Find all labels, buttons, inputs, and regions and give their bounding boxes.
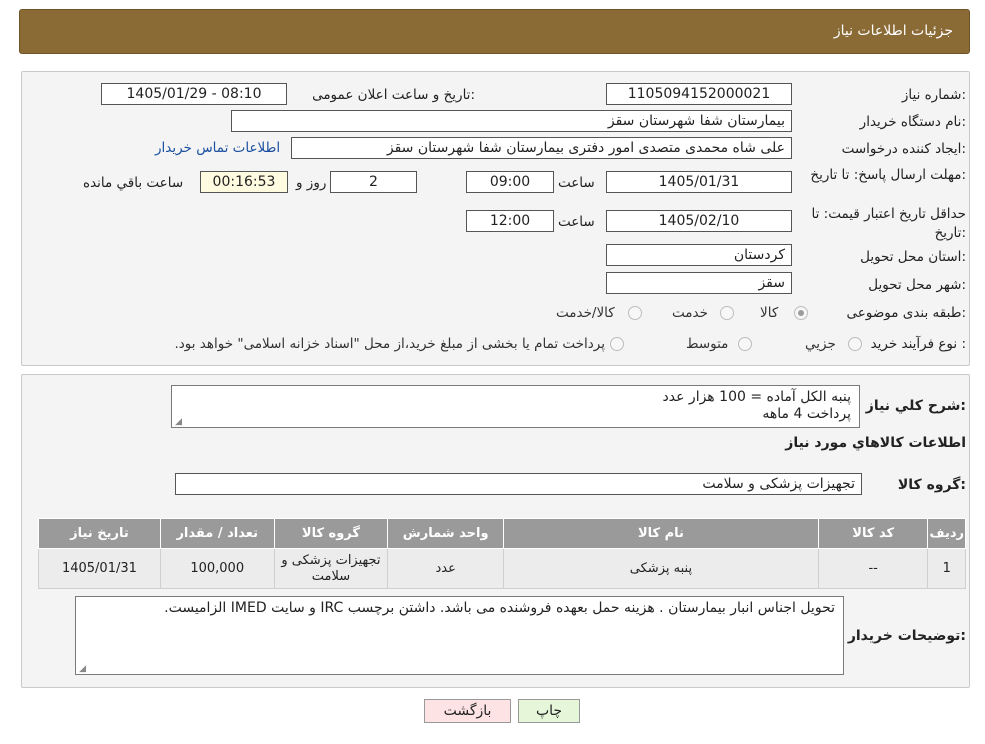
creator-label: ایجاد کننده درخواست:: [841, 141, 966, 157]
category-radio-goods-service[interactable]: [628, 306, 642, 320]
purchase-radio-medium[interactable]: [738, 337, 752, 351]
deadline-label: مهلت ارسال پاسخ: تا تاریخ:: [810, 167, 966, 183]
category-radio-service[interactable]: [720, 306, 734, 320]
col-row: رديف: [927, 518, 966, 549]
validity-time-field: 12:00: [466, 210, 554, 232]
category-option-service: خدمت: [672, 305, 708, 321]
need-number-field: 1105094152000021: [606, 83, 792, 105]
buyer-notes-label: توضیحات خریدار:: [847, 628, 966, 644]
validity-time-label: ساعت: [558, 214, 595, 230]
resize-grip-icon[interactable]: ◢: [78, 665, 86, 674]
announce-field: 1405/01/29 - 08:10: [101, 83, 287, 105]
validity-label: حداقل تاریخ اعتبار قیمت: تا تاریخ:: [811, 206, 966, 241]
purchase-type-label: نوع فرآیند خرید :: [870, 336, 966, 352]
summary-textarea[interactable]: پنبه الکل آماده = 100 هزار عدد پرداخت 4 …: [171, 385, 860, 428]
buyer-contact-link[interactable]: اطلاعات تماس خریدار: [155, 140, 280, 156]
treasury-note: پرداخت تمام یا بخشی از مبلغ خرید،از محل …: [174, 336, 605, 352]
cell-name: پنبه پزشکی: [503, 548, 819, 589]
goods-section-title: اطلاعات کالاهاي مورد نياز: [785, 435, 966, 451]
days-label: روز و: [296, 175, 327, 191]
announce-label: تاریخ و ساعت اعلان عمومی:: [312, 87, 475, 103]
cell-row: 1: [927, 548, 966, 589]
table-header-row: رديف کد کالا نام کالا واحد شمارش گروه کا…: [38, 518, 966, 549]
cell-unit: عدد: [387, 548, 505, 589]
print-button[interactable]: چاپ: [518, 699, 580, 723]
category-label: طبقه بندی موضوعی:: [846, 305, 966, 321]
days-field: 2: [330, 171, 417, 193]
validity-date-field: 1405/02/10: [606, 210, 792, 232]
back-button[interactable]: بازگشت: [424, 699, 511, 723]
summary-label: شرح کلي نياز:: [865, 398, 966, 414]
deadline-time-field: 09:00: [466, 171, 554, 193]
col-qty: تعداد / مقدار: [159, 518, 275, 549]
col-group: گروه کالا: [273, 518, 389, 549]
cell-code: --: [817, 548, 929, 589]
page-header: جزئیات اطلاعات نیاز: [19, 9, 970, 54]
need-number-label: شماره نیاز:: [901, 87, 966, 103]
col-name: نام کالا: [503, 518, 819, 549]
goods-group-label: گروه کالا:: [897, 477, 966, 493]
buyer-notes-text: تحویل اجناس انبار بیمارستان . هزینه حمل …: [164, 600, 835, 616]
city-field: سقز: [606, 272, 792, 294]
category-option-goods: کالا: [760, 305, 779, 321]
cell-group: تجهیزات پزشکی و سلامت: [273, 548, 389, 589]
deadline-time-label: ساعت: [558, 175, 595, 191]
col-unit: واحد شمارش: [387, 518, 505, 549]
treasury-checkbox[interactable]: [610, 337, 624, 351]
page-title: جزئیات اطلاعات نیاز: [833, 23, 953, 39]
cell-qty: 100,000: [159, 548, 275, 589]
resize-grip-icon[interactable]: ◢: [174, 418, 182, 427]
col-date: تاریخ نیاز: [38, 518, 161, 549]
category-radio-goods[interactable]: [794, 306, 808, 320]
province-label: استان محل تحویل:: [860, 249, 966, 265]
purchase-radio-partial[interactable]: [848, 337, 862, 351]
purchase-option-partial: جزیي: [805, 336, 836, 352]
buyer-org-field: بیمارستان شفا شهرستان سقز: [231, 110, 792, 132]
goods-group-field: تجهیزات پزشکی و سلامت: [175, 473, 862, 495]
buyer-notes-textarea[interactable]: تحویل اجناس انبار بیمارستان . هزینه حمل …: [75, 596, 844, 675]
goods-table: رديف کد کالا نام کالا واحد شمارش گروه کا…: [38, 518, 966, 589]
cell-date: 1405/01/31: [38, 548, 161, 589]
remaining-time-field: 00:16:53: [200, 171, 288, 193]
province-field: کردستان: [606, 244, 792, 266]
summary-line-2: پرداخت 4 ماهه: [762, 406, 851, 422]
summary-line-1: پنبه الکل آماده = 100 هزار عدد: [662, 389, 851, 405]
creator-field: علی شاه محمدی متصدی امور دفتری بیمارستان…: [291, 137, 792, 159]
purchase-option-medium: متوسط: [686, 336, 729, 352]
table-row: 1 -- پنبه پزشکی عدد تجهیزات پزشکی و سلام…: [38, 548, 966, 589]
buyer-org-label: نام دستگاه خریدار:: [859, 114, 966, 130]
col-code: کد کالا: [817, 518, 929, 549]
deadline-date-field: 1405/01/31: [606, 171, 792, 193]
remaining-label: ساعت باقي مانده: [83, 175, 184, 191]
city-label: شهر محل تحویل:: [868, 277, 966, 293]
category-option-goods-service: کالا/خدمت: [556, 305, 615, 321]
